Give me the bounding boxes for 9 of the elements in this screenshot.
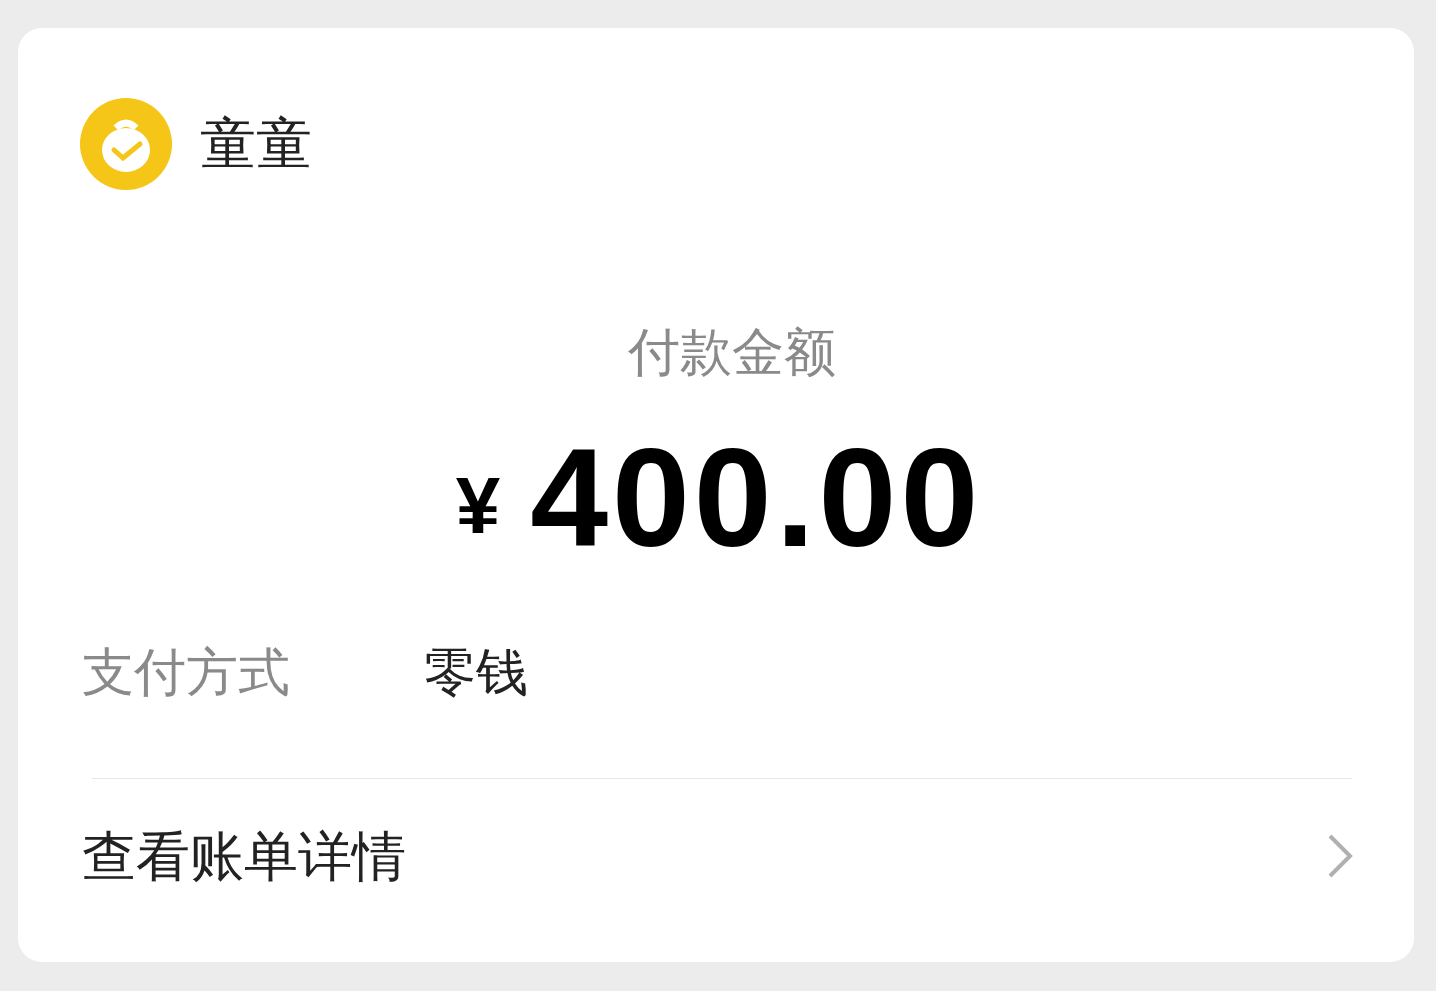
- amount-value: 400.00: [530, 428, 983, 568]
- payee-name: 童童: [200, 116, 312, 172]
- payment-method-value: 零钱: [424, 646, 528, 698]
- currency-symbol: ¥: [455, 466, 501, 546]
- payment-method-label: 支付方式: [82, 646, 291, 698]
- amount-label: 付款金额: [628, 326, 836, 378]
- chevron-right-icon: [1326, 833, 1354, 879]
- bill-details-link[interactable]: 查看账单详情: [18, 779, 1414, 883]
- avatar-icon: [80, 98, 172, 190]
